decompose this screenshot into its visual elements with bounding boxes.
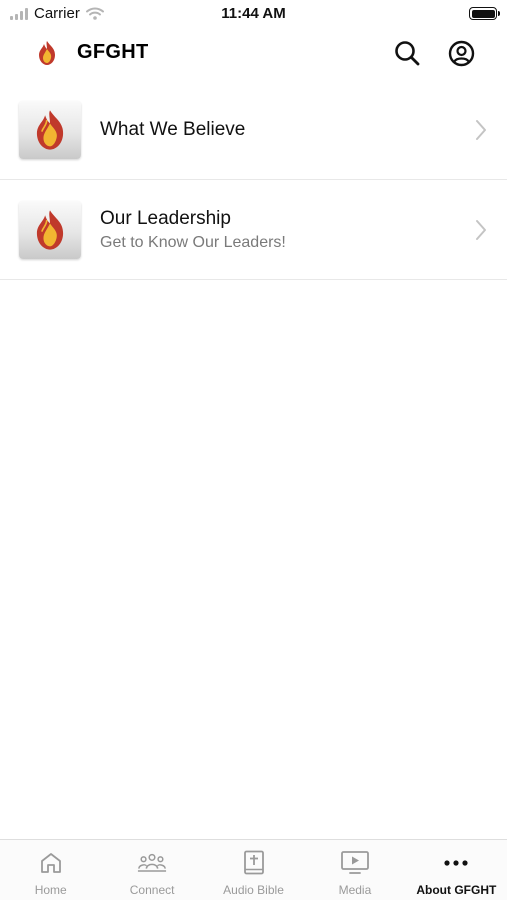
account-icon [448, 40, 474, 66]
tab-connect[interactable]: Connect [101, 840, 202, 900]
status-bar: Carrier 11:44 AM [0, 0, 507, 28]
home-icon [36, 849, 66, 877]
item-title: What We Believe [100, 119, 246, 140]
list-item-our-leadership[interactable]: Our Leadership Get to Know Our Leaders! [0, 180, 507, 280]
people-icon [137, 849, 167, 877]
tab-label: Home [34, 883, 67, 897]
tab-media[interactable]: Media [304, 840, 405, 900]
item-text: What We Believe [100, 80, 447, 180]
item-thumbnail [19, 101, 81, 159]
tab-label: Audio Bible [223, 883, 284, 897]
tab-home[interactable]: Home [0, 840, 101, 900]
item-subtitle: Get to Know Our Leaders! [100, 233, 286, 251]
status-time: 11:44 AM [221, 5, 286, 22]
chevron-right-icon [476, 120, 486, 140]
item-text: Our Leadership Get to Know Our Leaders! [100, 180, 447, 280]
play-screen-icon [340, 849, 370, 877]
item-title: Our Leadership [100, 207, 231, 229]
account-button[interactable] [446, 38, 476, 68]
app-header: GFGHT [0, 28, 507, 78]
bible-icon [239, 849, 269, 877]
tab-label: Media [338, 883, 372, 897]
chevron-right-icon [476, 220, 486, 240]
flame-logo-icon [36, 210, 64, 250]
tab-audio-bible[interactable]: Audio Bible [203, 840, 304, 900]
search-icon [395, 41, 420, 66]
tab-label: About GFGHT [416, 883, 497, 897]
tab-bar: Home Connect Audio Bible Media About GFG… [0, 839, 507, 900]
tab-label: Connect [129, 883, 175, 897]
search-button[interactable] [392, 38, 422, 68]
flame-logo-icon [39, 41, 55, 65]
item-thumbnail [19, 201, 81, 259]
battery-icon [469, 7, 500, 20]
flame-logo-icon [36, 110, 64, 150]
list-item-what-we-believe[interactable]: What We Believe [0, 80, 507, 180]
app-title: GFGHT [77, 41, 149, 63]
tab-about[interactable]: About GFGHT [406, 840, 507, 900]
more-icon [441, 849, 471, 877]
content-list: What We Believe Our Leadership Get to Kn… [0, 80, 507, 280]
